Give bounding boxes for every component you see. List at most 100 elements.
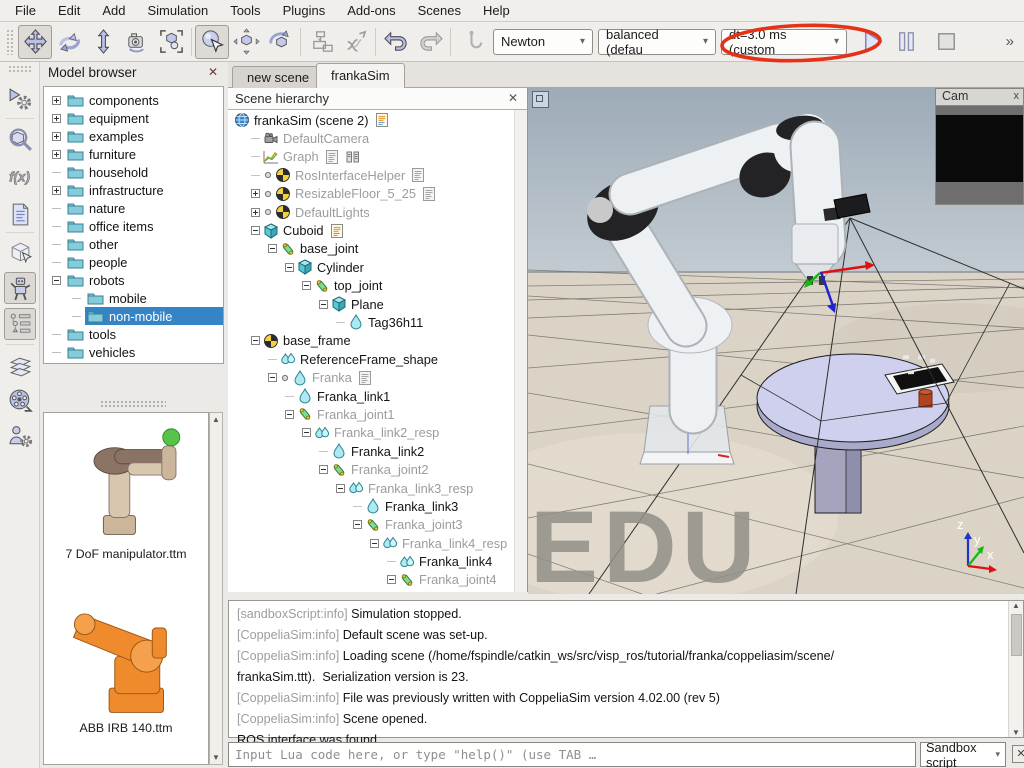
toolbar-camera-zoom-button[interactable] [86, 25, 120, 59]
folder-item[interactable]: people [65, 253, 223, 271]
sidebar-simulation-settings-button[interactable] [4, 82, 36, 114]
collapse-icon[interactable] [268, 373, 277, 382]
hierarchy-row[interactable]: Franka_link1 [228, 387, 514, 405]
menu-plugins[interactable]: Plugins [272, 1, 337, 20]
toolbar-object-shift-button[interactable] [229, 25, 263, 59]
collapse-icon[interactable] [319, 300, 328, 309]
lua-code-input[interactable] [228, 742, 916, 767]
hierarchy-row[interactable]: Franka_link3 [228, 497, 514, 515]
scroll-up-icon[interactable]: ▲ [212, 415, 220, 424]
hierarchy-row[interactable]: Franka_link4_resp [228, 534, 514, 552]
sidebar-video-recorder-button[interactable] [4, 384, 36, 416]
menu-edit[interactable]: Edit [47, 1, 91, 20]
close-icon[interactable]: ✕ [508, 91, 518, 105]
toolbar-transfer-dna-button[interactable] [338, 25, 372, 59]
left-toolbar-grip[interactable] [8, 65, 32, 73]
expand-icon[interactable] [52, 132, 61, 141]
toolbar-undo-button[interactable] [379, 25, 413, 59]
menu-simulation[interactable]: Simulation [137, 1, 220, 20]
expand-icon[interactable] [251, 208, 260, 217]
toolbar-object-rotate-button[interactable] [263, 25, 297, 59]
hierarchy-row[interactable]: Franka_joint4 [228, 571, 514, 589]
collapse-icon[interactable] [285, 410, 294, 419]
sidebar-calculation-modules-button[interactable]: f(x) [4, 160, 36, 192]
visibility-dot-icon[interactable] [263, 189, 273, 199]
hierarchy-row[interactable]: Plane [228, 295, 514, 313]
collapse-icon[interactable] [387, 575, 396, 584]
tab-frankasim[interactable]: frankaSim [316, 63, 405, 88]
model-folder-row[interactable]: furniture [44, 145, 223, 163]
folder-item[interactable]: vehicles [65, 343, 223, 361]
model-folder-row[interactable]: household [44, 163, 223, 181]
collapse-icon[interactable] [319, 465, 328, 474]
expand-icon[interactable] [52, 150, 61, 159]
folder-item[interactable]: infrastructure [65, 181, 223, 199]
toolbar-object-select-button[interactable] [195, 25, 229, 59]
folder-item-selected[interactable]: non-mobile [85, 307, 223, 325]
hierarchy-row[interactable]: base_joint [228, 240, 514, 258]
panel-splitter-handle[interactable] [100, 400, 166, 407]
page-selector-icon[interactable] [532, 91, 549, 108]
hierarchy-row[interactable]: ReferenceFrame_shape [228, 350, 514, 368]
sidebar-scripts-button[interactable] [4, 198, 36, 230]
model-folder-row[interactable]: other [44, 235, 223, 253]
expand-icon[interactable] [251, 189, 260, 198]
sidebar-model-browser-button[interactable] [4, 272, 36, 304]
expand-icon[interactable] [52, 96, 61, 105]
toolbar-fit-to-view-button[interactable] [154, 25, 188, 59]
stop-simulation-button[interactable] [929, 25, 963, 59]
sidebar-layers-button[interactable] [4, 350, 36, 382]
scroll-down-icon[interactable]: ▼ [1012, 728, 1020, 737]
hierarchy-row[interactable]: Franka_joint3 [228, 516, 514, 534]
model-folder-row[interactable]: non-mobile [44, 307, 223, 325]
collapse-icon[interactable] [285, 263, 294, 272]
model-folder-row[interactable]: tools [44, 325, 223, 343]
collapse-icon[interactable] [268, 244, 277, 253]
hierarchy-row[interactable]: Cylinder [228, 258, 514, 276]
menu-scenes[interactable]: Scenes [407, 1, 472, 20]
collapse-icon[interactable] [353, 520, 362, 529]
toolbar-overflow-button[interactable]: » [1006, 33, 1014, 50]
model-folder-row[interactable]: infrastructure [44, 181, 223, 199]
model-thumbnail-7dof[interactable] [60, 423, 192, 545]
model-folder-row[interactable]: mobile [44, 289, 223, 307]
toolbar-camera-pan-button[interactable] [18, 25, 52, 59]
folder-item[interactable]: robots [65, 271, 223, 289]
toolbar-grip[interactable] [6, 29, 14, 55]
menu-file[interactable]: File [4, 1, 47, 20]
hierarchy-row[interactable]: Franka_link4 [228, 552, 514, 570]
collapse-icon[interactable] [370, 539, 379, 548]
hierarchy-row[interactable]: Graph [228, 148, 514, 166]
physics-engine-dropdown[interactable]: Newton ▾ [493, 29, 593, 55]
menu-tools[interactable]: Tools [219, 1, 271, 20]
menu-add[interactable]: Add [91, 1, 136, 20]
visibility-dot-icon[interactable] [263, 170, 273, 180]
model-thumbnail-abb[interactable] [56, 583, 196, 719]
script-gray-icon[interactable] [421, 186, 437, 202]
collapse-icon[interactable] [302, 281, 311, 290]
model-list-scrollbar[interactable]: ▲ ▼ [209, 412, 223, 765]
expand-icon[interactable] [52, 186, 61, 195]
folder-item[interactable]: nature [65, 199, 223, 217]
hierarchy-row[interactable]: DefaultCamera [228, 129, 514, 147]
cam-float-window[interactable]: Cam x [935, 88, 1024, 205]
folder-item[interactable]: examples [65, 127, 223, 145]
hierarchy-row[interactable]: ResizableFloor_5_25 [228, 185, 514, 203]
model-folder-row[interactable]: robots [44, 271, 223, 289]
toolbar-dynamic-content-button[interactable] [454, 25, 488, 59]
close-icon[interactable]: ✕ [208, 65, 218, 79]
model-folder-row[interactable]: examples [44, 127, 223, 145]
collapse-icon[interactable] [251, 336, 260, 345]
folder-item[interactable]: furniture [65, 145, 223, 163]
hierarchy-row[interactable]: Franka_link2_resp [228, 424, 514, 442]
3d-viewport[interactable]: z y x EDU Cam x [528, 88, 1024, 594]
script-color-icon[interactable] [374, 112, 390, 128]
expand-icon[interactable] [52, 114, 61, 123]
time-step-dropdown[interactable]: dt=3.0 ms (custom ▾ [721, 29, 847, 55]
model-folder-row[interactable]: equipment [44, 109, 223, 127]
model-folder-row[interactable]: components [44, 91, 223, 109]
sidebar-scene-hierarchy-button[interactable] [4, 308, 36, 340]
console-scrollbar[interactable]: ▲ ▼ [1008, 601, 1023, 737]
visibility-dot-icon[interactable] [280, 373, 290, 383]
model-folder-row[interactable]: nature [44, 199, 223, 217]
